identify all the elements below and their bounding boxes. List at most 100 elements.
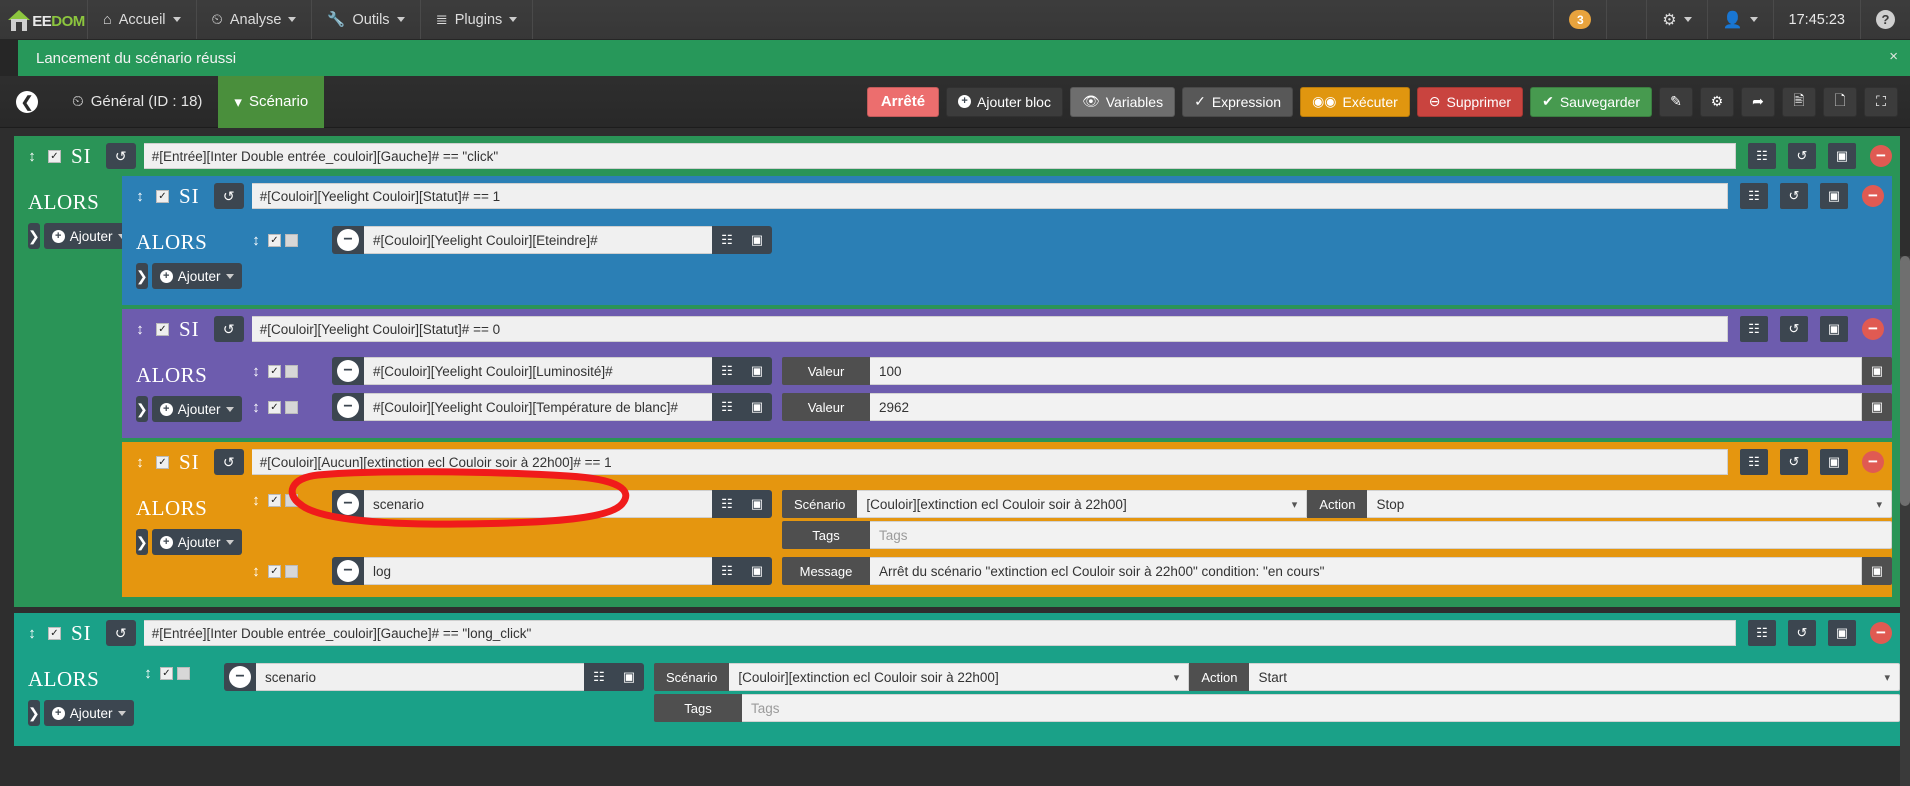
drag-handle-icon[interactable]: ↕ (248, 564, 264, 579)
valeur-value[interactable]: 100 (870, 357, 1862, 385)
remove-block-button[interactable]: − (1870, 145, 1892, 167)
tab-scenario[interactable]: ▾ Scénario (218, 75, 325, 128)
notifications-badge[interactable]: 3 (1553, 0, 1606, 39)
breadcrumb-general[interactable]: ⏲ Général (ID : 18) (56, 85, 218, 119)
purple-condition-input[interactable]: #[Couloir][Yeelight Couloir][Statut]# ==… (251, 316, 1728, 342)
delete-button[interactable]: ⊖ Supprimer (1416, 86, 1524, 117)
drag-handle-icon[interactable]: ↕ (132, 322, 148, 337)
history-icon[interactable]: ↺ (1780, 183, 1808, 209)
brand-logo[interactable]: EEDOM (0, 0, 88, 39)
forward-icon[interactable]: ➦ (1741, 86, 1775, 117)
drag-handle-icon[interactable]: ↕ (132, 189, 148, 204)
refresh-icon[interactable]: ↺ (213, 316, 244, 342)
drag-handle-icon[interactable]: ↕ (140, 666, 156, 681)
cube-icon[interactable]: ▣ (1828, 143, 1856, 169)
block-enable-checkbox[interactable]: ✓ (156, 189, 169, 203)
list-icon[interactable]: ☷ (1748, 143, 1776, 169)
action-enable-checkbox[interactable]: ✓ (268, 494, 281, 507)
action-select[interactable]: Stop ▾ (1367, 490, 1892, 518)
blue-condition-input[interactable]: #[Couloir][Yeelight Couloir][Statut]# ==… (251, 183, 1728, 209)
remove-block-button[interactable]: − (1870, 622, 1892, 644)
cube-icon[interactable]: ▣ (742, 357, 772, 385)
history-icon[interactable]: ↺ (1780, 316, 1808, 342)
block-enable-checkbox[interactable]: ✓ (48, 626, 61, 640)
help-button[interactable]: ? (1860, 0, 1910, 39)
cube-icon[interactable]: ▣ (742, 226, 772, 254)
history-icon[interactable]: ↺ (1788, 143, 1816, 169)
expand-chevron-icon[interactable]: ❯ (28, 700, 40, 726)
action-option-checkbox[interactable] (177, 667, 190, 680)
expand-icon[interactable]: ⛶ (1864, 86, 1898, 117)
block-enable-checkbox[interactable]: ✓ (156, 322, 169, 336)
action-enable-checkbox[interactable]: ✓ (268, 364, 281, 378)
tags-input[interactable]: Tags (742, 694, 1900, 722)
add-action-button[interactable]: + Ajouter (43, 223, 134, 249)
history-icon[interactable]: ↺ (1780, 449, 1808, 475)
remove-action-button[interactable]: − (332, 226, 364, 254)
action-option-checkbox[interactable] (285, 494, 298, 507)
drag-handle-icon[interactable]: ↕ (248, 493, 264, 508)
action-option-checkbox[interactable] (285, 364, 298, 378)
user-menu[interactable]: 👤 (1706, 0, 1773, 39)
share-icon[interactable]: ⚙ (1700, 86, 1734, 117)
expand-chevron-icon[interactable]: ❯ (136, 396, 148, 422)
copy-icon[interactable]: 🗋 (1823, 86, 1857, 117)
scenario-select[interactable]: [Couloir][extinction ecl Couloir soir à … (857, 490, 1308, 518)
add-action-button[interactable]: + Ajouter (151, 529, 242, 555)
command-text[interactable]: scenario (256, 663, 584, 691)
remove-block-button[interactable]: − (1862, 185, 1884, 207)
drag-handle-icon[interactable]: ↕ (24, 149, 40, 164)
execute-button[interactable]: ◉◉ Exécuter (1300, 86, 1410, 117)
document-icon[interactable]: 🖹 (1782, 86, 1816, 117)
list-icon[interactable]: ☷ (1740, 183, 1768, 209)
expand-chevron-icon[interactable]: ❯ (28, 223, 40, 249)
action-option-checkbox[interactable] (285, 233, 298, 247)
list-icon[interactable]: ☷ (1748, 620, 1776, 646)
nav-analyse[interactable]: ⏲ Analyse (197, 0, 313, 39)
add-action-button[interactable]: + Ajouter (43, 700, 134, 726)
cube-icon[interactable]: ▣ (1820, 183, 1848, 209)
add-block-button[interactable]: + Ajouter bloc (946, 86, 1063, 117)
list-icon[interactable]: ☷ (712, 393, 742, 421)
settings-menu[interactable]: ⚙ (1646, 0, 1706, 39)
cube-icon[interactable]: ▣ (742, 393, 772, 421)
command-text[interactable]: log (364, 557, 712, 585)
command-text[interactable]: scenario (364, 490, 712, 518)
remove-action-button[interactable]: − (332, 490, 364, 518)
refresh-icon[interactable]: ↺ (213, 183, 244, 209)
close-icon[interactable]: × (1889, 48, 1898, 65)
orange-condition-input[interactable]: #[Couloir][Aucun][extinction ecl Couloir… (251, 449, 1728, 475)
expression-button[interactable]: ✓ Expression (1182, 86, 1294, 117)
cube-icon[interactable]: ▣ (1862, 393, 1892, 421)
action-option-checkbox[interactable] (285, 564, 298, 578)
list-icon[interactable]: ☷ (712, 490, 742, 518)
remove-action-button[interactable]: − (332, 393, 364, 421)
add-action-button[interactable]: + Ajouter (151, 263, 242, 289)
cube-icon[interactable]: ▣ (742, 557, 772, 585)
expand-chevron-icon[interactable]: ❯ (136, 263, 148, 289)
action-option-checkbox[interactable] (285, 400, 298, 414)
list-icon[interactable]: ☷ (1740, 449, 1768, 475)
refresh-icon[interactable]: ↺ (105, 143, 136, 169)
nav-outils[interactable]: 🔧 Outils (312, 0, 421, 39)
valeur-value[interactable]: 2962 (870, 393, 1862, 421)
drag-handle-icon[interactable]: ↕ (248, 364, 264, 379)
message-input[interactable]: Arrêt du scénario "extinction ecl Couloi… (870, 557, 1862, 585)
list-icon[interactable]: ☷ (584, 663, 614, 691)
remove-action-button[interactable]: − (332, 357, 364, 385)
refresh-icon[interactable]: ↺ (105, 620, 136, 646)
back-button[interactable]: ❮ (16, 90, 38, 113)
cube-icon[interactable]: ▣ (1862, 557, 1892, 585)
green-condition-input[interactable]: #[Entrée][Inter Double entrée_couloir][G… (143, 143, 1736, 169)
tags-input[interactable]: Tags (870, 521, 1892, 549)
cube-icon[interactable]: ▣ (742, 490, 772, 518)
scrollbar-thumb[interactable] (1900, 256, 1910, 506)
command-text[interactable]: #[Couloir][Yeelight Couloir][Luminosité]… (364, 357, 712, 385)
list-icon[interactable]: ☷ (712, 226, 742, 254)
drag-handle-icon[interactable]: ↕ (132, 455, 148, 470)
nav-accueil[interactable]: ⌂ Accueil (88, 0, 197, 39)
teal-condition-input[interactable]: #[Entrée][Inter Double entrée_couloir][G… (143, 620, 1736, 646)
action-select[interactable]: Start ▾ (1249, 663, 1900, 691)
drag-handle-icon[interactable]: ↕ (248, 233, 264, 248)
remove-block-button[interactable]: − (1862, 451, 1884, 473)
